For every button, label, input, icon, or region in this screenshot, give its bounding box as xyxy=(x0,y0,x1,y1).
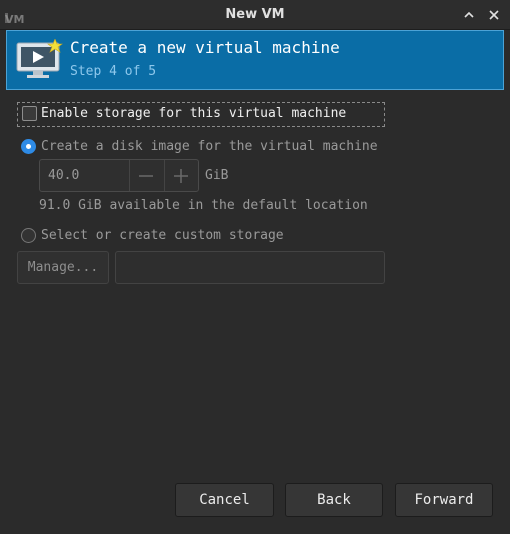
plus-icon[interactable] xyxy=(172,167,190,185)
back-button[interactable]: Back xyxy=(285,483,383,517)
monitor-with-star-icon xyxy=(15,38,65,81)
custom-storage-radio-label[interactable]: Select or create custom storage xyxy=(41,228,284,243)
minus-icon[interactable] xyxy=(137,167,155,185)
forward-button[interactable]: Forward xyxy=(395,483,493,517)
window-title: New VM xyxy=(225,7,285,22)
wizard-title: Create a new virtual machine xyxy=(70,38,340,57)
chevron-up-icon xyxy=(464,11,474,18)
spinner-divider xyxy=(164,160,165,191)
custom-storage-radio[interactable] xyxy=(21,228,36,243)
wizard-step: Step 4 of 5 xyxy=(70,64,157,79)
disk-size-value[interactable]: 40.0 xyxy=(48,168,79,183)
wizard-header: Create a new virtual machine Step 4 of 5 xyxy=(6,30,504,90)
radio-dot xyxy=(26,144,31,149)
close-button[interactable] xyxy=(487,8,501,22)
cancel-button[interactable]: Cancel xyxy=(175,483,274,517)
minimize-button[interactable] xyxy=(462,8,476,22)
enable-storage-checkbox[interactable] xyxy=(22,106,37,121)
disk-size-unit: GiB xyxy=(205,168,229,183)
enable-storage-label[interactable]: Enable storage for this virtual machine xyxy=(41,106,346,121)
disk-image-radio-label[interactable]: Create a disk image for the virtual mach… xyxy=(41,139,378,154)
disk-size-spinner[interactable]: 40.0 xyxy=(39,159,199,192)
manage-button[interactable]: Manage... xyxy=(17,251,109,284)
available-space-text: 91.0 GiB available in the default locati… xyxy=(39,198,368,213)
close-icon xyxy=(489,10,499,20)
spinner-divider xyxy=(129,160,130,191)
title-bar: VM New VM xyxy=(0,0,510,30)
disk-image-radio[interactable] xyxy=(21,139,36,154)
custom-storage-path-input[interactable] xyxy=(115,251,385,284)
